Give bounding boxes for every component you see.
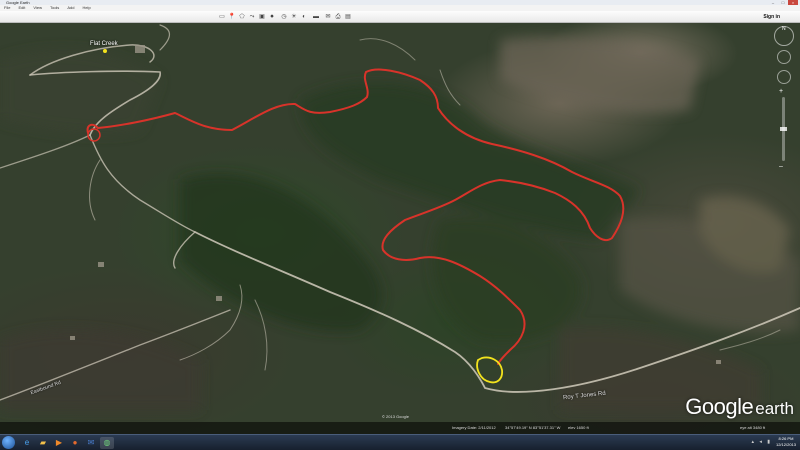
clock[interactable]: 8:26 PM 12/12/2013 xyxy=(776,436,796,448)
outlook-icon[interactable]: ✉ xyxy=(84,437,98,449)
map-overlay xyxy=(0,24,800,410)
ie-icon[interactable]: e xyxy=(20,437,34,449)
earth-icon[interactable]: ◍ xyxy=(100,437,114,449)
email-icon[interactable]: ✉ xyxy=(324,13,332,21)
clock-date: 12/12/2013 xyxy=(775,442,796,447)
zoom-slider[interactable]: + – xyxy=(779,88,787,170)
move-joystick-icon[interactable] xyxy=(777,70,791,84)
placemark-pin-icon[interactable] xyxy=(103,49,107,53)
media-icon[interactable]: ▶ xyxy=(52,437,66,449)
zoom-knob[interactable] xyxy=(780,127,787,131)
ruler-icon[interactable]: ▬ xyxy=(312,13,320,21)
imagery-date: Imagery Date: 2/11/2012 xyxy=(452,425,496,430)
sign-in-button[interactable]: Sign in xyxy=(763,12,780,22)
google-earth-logo: Google earth xyxy=(685,394,794,419)
coordinates: 34°57'49.19" N 83°51'37.31" W xyxy=(505,425,561,430)
copyright-text: © 2013 Google xyxy=(382,414,409,419)
hide-sidebar-icon[interactable]: ▭ xyxy=(218,13,226,21)
toolbar: ▭ 📍 ⬠ ⤳ ▣ ⏺ ◷ ☀ ◐ ▬ ✉ ⎙ ▤ Sign in xyxy=(0,11,800,23)
windows-taskbar: e ▰ ▶ ● ✉ ◍ ▴ ◂ ▮ 8:26 PM 12/12/2013 xyxy=(0,434,800,450)
history-icon[interactable]: ◷ xyxy=(280,13,288,21)
polygon-icon[interactable]: ⬠ xyxy=(238,13,246,21)
placemark-icon[interactable]: 📍 xyxy=(228,13,236,21)
zoom-out-icon[interactable]: – xyxy=(779,163,783,170)
overlay-icon[interactable]: ▣ xyxy=(258,13,266,21)
planets-icon[interactable]: ◐ xyxy=(300,13,308,21)
status-bar: Imagery Date: 2/11/2012 34°57'49.19" N 8… xyxy=(0,422,800,434)
look-joystick-icon[interactable] xyxy=(777,50,791,64)
firefox-icon[interactable]: ● xyxy=(68,437,82,449)
maps-icon[interactable]: ▤ xyxy=(344,13,352,21)
system-tray[interactable]: ▴ ◂ ▮ xyxy=(751,439,772,445)
earth-map-view[interactable]: Flat Creek Roy T Jones Rd Eastbound Rd N… xyxy=(0,23,800,434)
highlight-circle xyxy=(476,356,503,384)
placemark-label[interactable]: Flat Creek xyxy=(90,41,118,47)
path-icon[interactable]: ⤳ xyxy=(248,13,256,21)
tour-icon[interactable]: ⏺ xyxy=(268,13,276,21)
sun-icon[interactable]: ☀ xyxy=(290,13,298,21)
start-button[interactable] xyxy=(2,436,15,449)
compass-control[interactable]: N xyxy=(774,26,794,46)
print-icon[interactable]: ⎙ xyxy=(334,13,342,21)
explorer-icon[interactable]: ▰ xyxy=(36,437,50,449)
eye-altitude: eye alt 3480 ft xyxy=(740,425,766,430)
zoom-in-icon[interactable]: + xyxy=(779,88,783,95)
elevation: elev 1650 ft xyxy=(568,425,589,430)
